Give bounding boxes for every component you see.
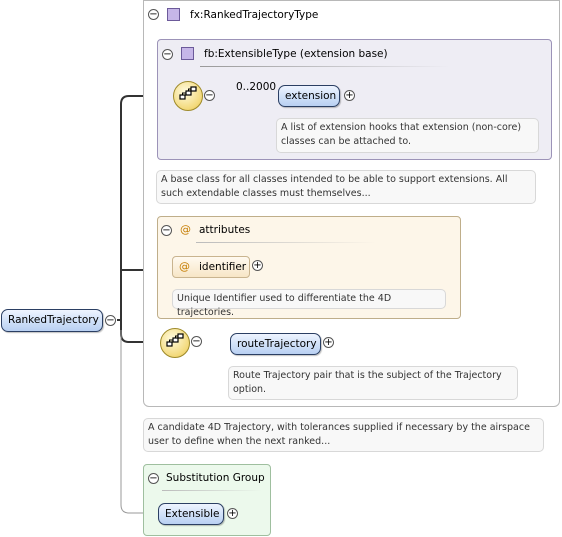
attributes-title: attributes xyxy=(199,224,251,236)
expand-icon[interactable]: + xyxy=(323,337,334,348)
collapse-icon[interactable]: − xyxy=(148,9,159,20)
attribute-icon: @ xyxy=(180,223,191,236)
extension-doc: A list of extension hooks that extension… xyxy=(276,118,539,153)
collapse-icon[interactable]: − xyxy=(162,49,173,60)
identifier-attribute[interactable]: @ identifier xyxy=(172,256,250,278)
route-trajectory-element[interactable]: routeTrajectory xyxy=(230,333,321,355)
identifier-doc: Unique Identifier used to differentiate … xyxy=(172,289,446,318)
collapse-icon[interactable]: − xyxy=(204,90,215,101)
identifier-label: identifier xyxy=(199,261,247,273)
collapse-icon[interactable]: − xyxy=(105,315,116,326)
title-underline xyxy=(162,490,262,491)
base-doc: A base class for all classes intended to… xyxy=(156,170,536,204)
base-box-title: fb:ExtensibleType (extension base) xyxy=(204,48,388,60)
extensible-element[interactable]: Extensible xyxy=(158,503,224,525)
complex-type-icon xyxy=(181,47,194,60)
collapse-icon[interactable]: − xyxy=(148,473,159,484)
title-underline xyxy=(196,242,376,243)
expand-icon[interactable]: + xyxy=(252,260,263,271)
route-doc: Route Trajectory pair that is the subjec… xyxy=(228,366,518,400)
type-box-title: fx:RankedTrajectoryType xyxy=(190,9,319,21)
sequence-compositor-icon[interactable] xyxy=(160,328,190,358)
expand-icon[interactable]: + xyxy=(227,508,238,519)
root-doc: A candidate 4D Trajectory, with toleranc… xyxy=(143,418,544,452)
complex-type-icon xyxy=(167,8,180,21)
collapse-icon[interactable]: − xyxy=(161,225,172,236)
sequence-compositor-icon[interactable] xyxy=(173,81,203,111)
attribute-icon: @ xyxy=(179,260,190,273)
substitution-group-title: Substitution Group xyxy=(166,472,265,484)
root-element[interactable]: RankedTrajectory xyxy=(1,309,103,332)
collapse-icon[interactable]: − xyxy=(191,336,202,347)
title-underline xyxy=(200,66,450,67)
expand-icon[interactable]: + xyxy=(344,90,355,101)
extension-element[interactable]: extension xyxy=(278,85,340,107)
extension-cardinality: 0..2000 xyxy=(236,81,277,93)
